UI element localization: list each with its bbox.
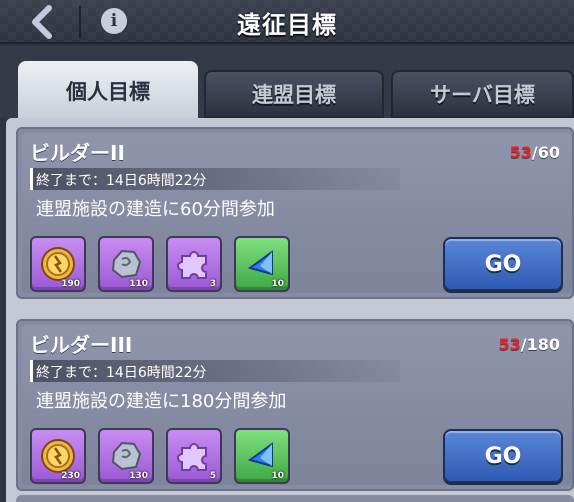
quest-timer: 終了まで：14日6時間22分: [36, 173, 207, 189]
reward-count: 10: [271, 279, 284, 289]
go-button[interactable]: GO: [443, 237, 563, 291]
reward-item[interactable]: 5: [166, 428, 222, 484]
progress-current: 53: [509, 143, 532, 162]
quest-timer: 終了まで：14日6時間22分: [36, 365, 207, 381]
speedup-coin-icon: [41, 439, 75, 473]
quest-description: 連盟施設の建造に60分間参加: [36, 199, 275, 220]
quest-progress: 53/60: [510, 143, 560, 162]
reward-count: 190: [61, 279, 80, 289]
progress-total: 60: [537, 143, 560, 162]
reward-item[interactable]: 130: [98, 428, 154, 484]
reward-item[interactable]: 230: [30, 428, 86, 484]
progress-total: 180: [526, 335, 560, 354]
tab-label: サーバ目標: [430, 83, 535, 107]
quest-title: ビルダーIII: [30, 333, 133, 357]
quest-description: 連盟施設の建造に180分間参加: [36, 391, 287, 412]
tab-alliance-goals[interactable]: 連盟目標: [204, 70, 384, 118]
tab-label: 連盟目標: [252, 83, 336, 107]
go-button[interactable]: GO: [443, 429, 563, 483]
reward-item[interactable]: 190: [30, 236, 86, 292]
reward-count: 130: [129, 471, 148, 481]
quest-card-body: ビルダーIII 53/180 終了まで：14日6時間22分 連盟施設の建造に18…: [22, 325, 572, 485]
stone-ore-icon: [111, 441, 142, 471]
tab-label: 個人目標: [66, 80, 150, 104]
puzzle-piece-icon: [177, 443, 207, 471]
reward-count: 3: [209, 279, 216, 289]
reward-count: 5: [209, 471, 216, 481]
reward-count: 230: [61, 471, 80, 481]
quest-card-body: ビルダーII 53/60 終了まで：14日6時間22分 連盟施設の建造に60分間…: [22, 133, 572, 293]
quest-title: ビルダーII: [30, 141, 125, 165]
quest-progress: 53/180: [498, 335, 560, 354]
blue-crystal-icon: [247, 442, 273, 468]
top-bar: i 遠征目標: [0, 0, 574, 44]
reward-count: 110: [129, 279, 148, 289]
reward-item[interactable]: 110: [98, 236, 154, 292]
page-title: 遠征目標: [237, 11, 337, 39]
quest-card: ビルダーII 53/60 終了まで：14日6時間22分 連盟施設の建造に60分間…: [16, 127, 574, 299]
quest-card: ビルダーIII 53/180 終了まで：14日6時間22分 連盟施設の建造に18…: [16, 319, 574, 491]
reward-count: 10: [271, 471, 284, 481]
tab-personal-goals[interactable]: 個人目標: [18, 61, 198, 121]
next-quest-card-edge: [16, 495, 574, 502]
reward-item[interactable]: 10: [234, 236, 290, 292]
reward-item[interactable]: 10: [234, 428, 290, 484]
puzzle-piece-icon: [177, 251, 207, 279]
stone-ore-icon: [111, 249, 142, 279]
reward-item[interactable]: 3: [166, 236, 222, 292]
blue-crystal-icon: [247, 250, 273, 276]
speedup-coin-icon: [41, 247, 75, 281]
tab-server-goals[interactable]: サーバ目標: [391, 70, 574, 118]
progress-current: 53: [498, 335, 521, 354]
